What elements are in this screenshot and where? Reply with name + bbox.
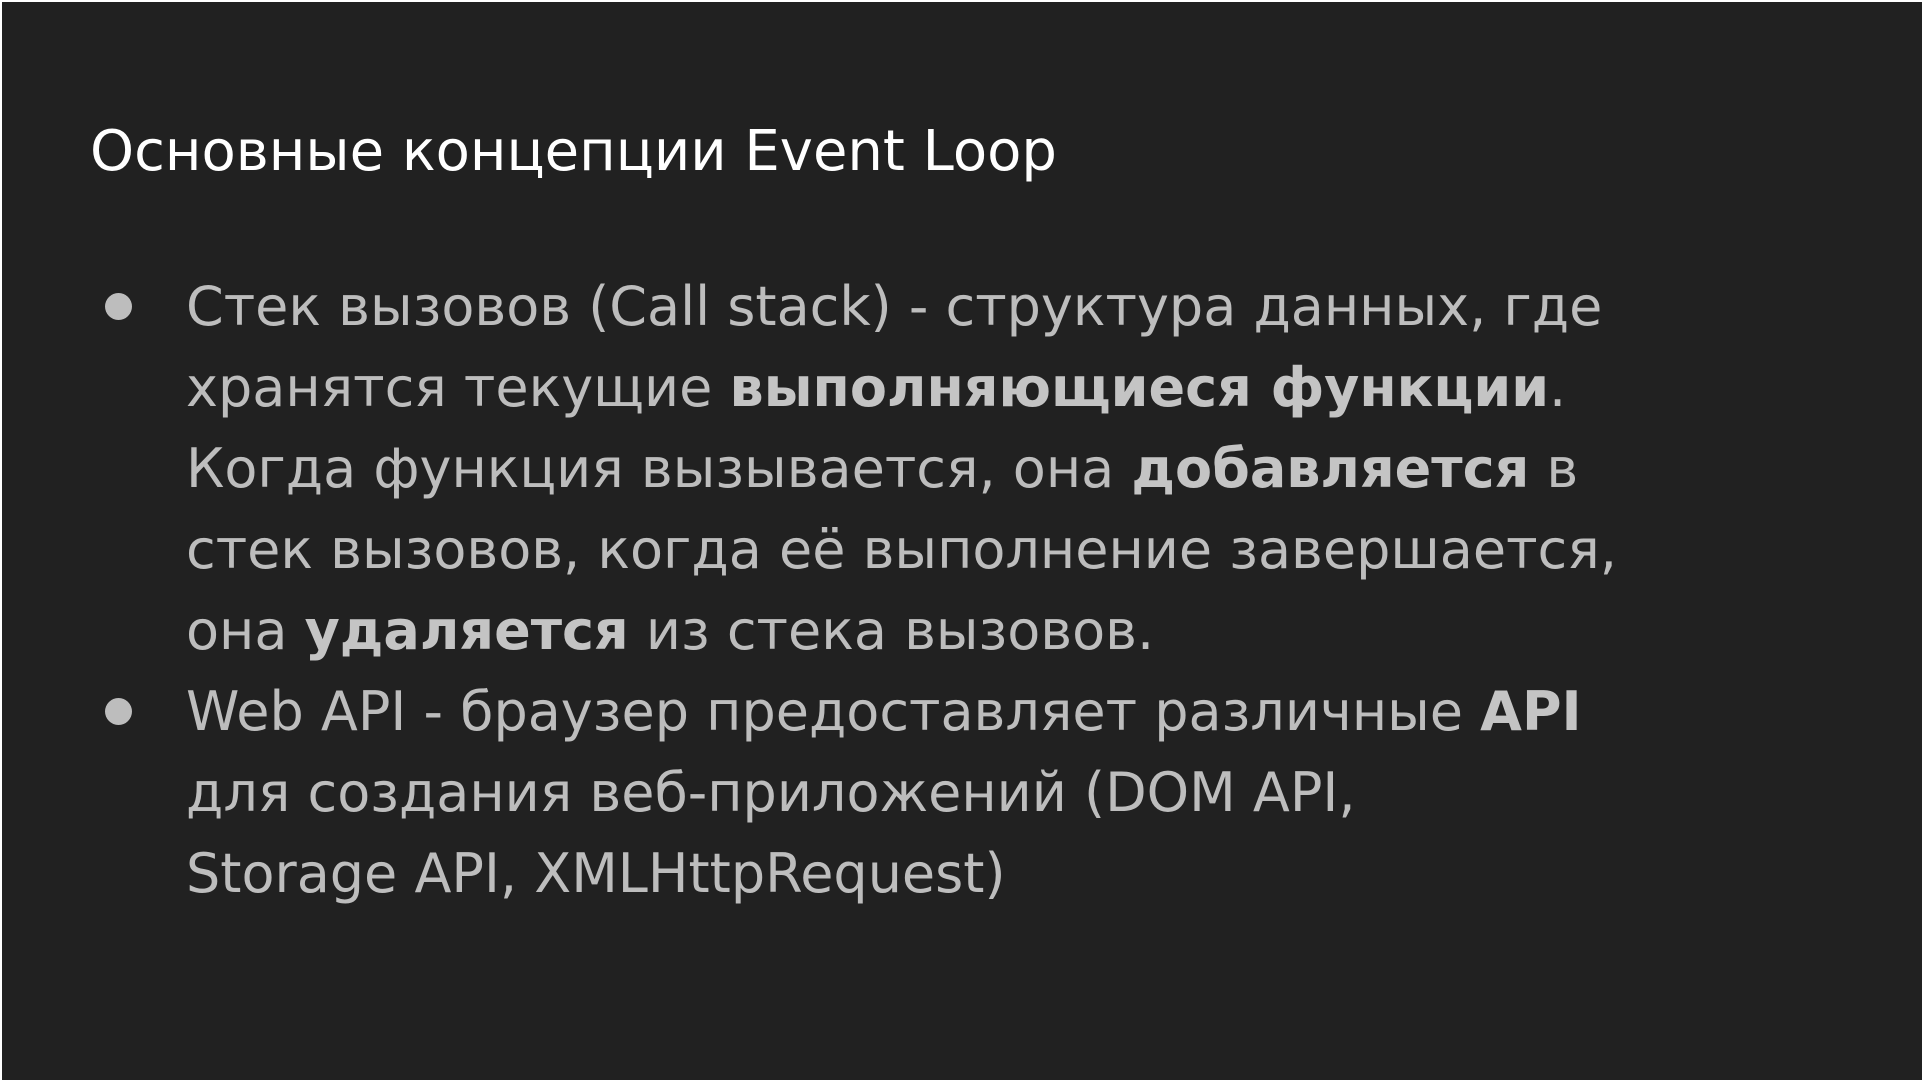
bullet-line: Когда функция вызывается, она добавляетс… xyxy=(186,428,1862,509)
text-run: из стека вызовов. xyxy=(628,599,1155,662)
bold-term: добавляется xyxy=(1131,437,1530,500)
bullet-line: Стек вызовов (Call stack) - структура да… xyxy=(186,266,1862,347)
bullet-line: Storage API, XMLHttpRequest) xyxy=(186,833,1862,914)
bullet-item-web-api: Web API - браузер предоставляет различны… xyxy=(2,671,1922,914)
bold-term: удаляется xyxy=(304,599,629,662)
bullet-line: для создания веб-приложений (DOM API, xyxy=(186,752,1862,833)
text-run: хранятся текущие xyxy=(186,356,730,419)
text-run: Стек вызовов (Call stack) - структура да… xyxy=(186,275,1603,338)
bullet-item-call-stack: Стек вызовов (Call stack) - структура да… xyxy=(2,266,1922,671)
bullet-dot-icon xyxy=(105,293,132,320)
text-run: она xyxy=(186,599,305,662)
text-run: Когда функция вызывается, она xyxy=(186,437,1132,500)
text-run: для создания веб-приложений (DOM API, xyxy=(186,761,1356,824)
bullet-line: стек вызовов, когда её выполнение заверш… xyxy=(186,509,1862,590)
bullet-dot-icon xyxy=(105,698,132,725)
text-run: . xyxy=(1549,356,1567,419)
bold-term: API xyxy=(1480,680,1582,743)
bullet-list: Стек вызовов (Call stack) - структура да… xyxy=(2,266,1922,914)
bullet-line: она удаляется из стека вызовов. xyxy=(186,590,1862,671)
text-run: Storage API, XMLHttpRequest) xyxy=(186,842,1006,905)
text-run: в xyxy=(1529,437,1579,500)
bullet-line: хранятся текущие выполняющиеся функции. xyxy=(186,347,1862,428)
slide-title: Основные концепции Event Loop xyxy=(90,119,1057,184)
text-run: Web API - браузер предоставляет различны… xyxy=(186,680,1481,743)
slide: Основные концепции Event Loop Стек вызов… xyxy=(2,2,1922,1080)
bullet-line: Web API - браузер предоставляет различны… xyxy=(186,671,1862,752)
bold-term: выполняющиеся функции xyxy=(729,356,1550,419)
text-run: стек вызовов, когда её выполнение заверш… xyxy=(186,518,1617,581)
